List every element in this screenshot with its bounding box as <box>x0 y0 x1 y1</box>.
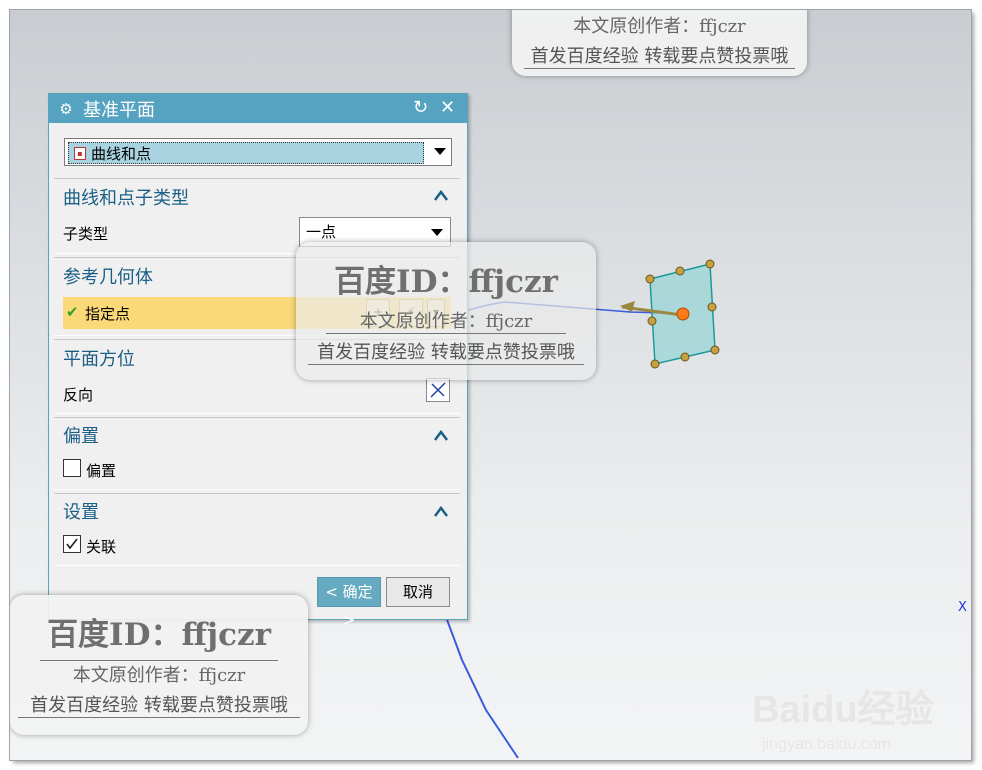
x-axis-label: X <box>958 600 967 615</box>
reverse-arrows-icon <box>430 382 446 398</box>
reference-section-header[interactable]: 参考几何体 <box>63 263 153 289</box>
chevron-down-icon[interactable] <box>434 148 446 155</box>
gear-icon: ⚙ <box>59 99 73 118</box>
collapse-caret-icon[interactable] <box>434 429 448 443</box>
watermark-top: 本文原创作者：ffjczr 首发百度经验 转载要点赞投票哦 <box>512 10 807 76</box>
subtype-section-header[interactable]: 曲线和点子类型 <box>63 184 189 210</box>
baidu-url: jingyan.baidu.com <box>762 736 891 753</box>
baidu-logo-text: Baidu经验 <box>752 689 934 731</box>
watermark-id: 百度ID：ffjczr <box>47 617 271 653</box>
watermark-author: 本文原创作者：ffjczr <box>326 307 566 334</box>
curve-segment-lower[interactable] <box>445 616 519 759</box>
type-value: 曲线和点 <box>91 144 152 163</box>
offset-section-header[interactable]: 偏置 <box>63 422 99 448</box>
subtype-value: 一点 <box>306 223 337 241</box>
associative-checkbox[interactable] <box>63 535 81 553</box>
curve-point-type-icon: ▪ <box>74 146 86 160</box>
ok-button[interactable]: < 确定 > <box>317 577 381 629</box>
orientation-section-header[interactable]: 平面方位 <box>63 345 135 371</box>
watermark-middle: 百度ID：ffjczr 本文原创作者：ffjczr 首发百度经验 转载要点赞投票… <box>296 242 596 380</box>
watermark-promo: 首发百度经验 转载要点赞投票哦 <box>308 338 584 365</box>
dialog-titlebar[interactable]: ⚙ 基准平面 ↻ ✕ <box>49 94 467 123</box>
reverse-label: 反向 <box>63 386 94 404</box>
watermark-author: 本文原创作者：ffjczr <box>40 660 278 687</box>
chevron-down-icon[interactable] <box>431 229 443 236</box>
offset-checkbox-label: 偏置 <box>86 462 117 480</box>
reverse-direction-button[interactable] <box>426 378 450 402</box>
offset-section: 偏置 偏置 <box>54 417 460 490</box>
reset-icon[interactable]: ↻ <box>413 97 428 118</box>
collapse-caret-icon[interactable] <box>434 505 448 519</box>
close-icon[interactable]: ✕ <box>440 97 455 118</box>
normal-arrow-head <box>620 301 635 312</box>
graphics-viewport[interactable]: X ⚙ 基准平面 ↻ ✕ ▪ 曲线和点 曲线和点子类型 子类型 一点 参考几何体… <box>10 10 971 760</box>
cancel-button[interactable]: 取消 <box>386 577 450 607</box>
settings-section: 设置 关联 <box>54 493 460 566</box>
specified-point-marker[interactable] <box>676 307 690 321</box>
watermark-promo: 首发百度经验 转载要点赞投票哦 <box>524 42 795 69</box>
baidu-jingyan-logo: Baidu经验 jingyan.baidu.com <box>752 678 952 758</box>
watermark-bottom: 百度ID：ffjczr 本文原创作者：ffjczr 首发百度经验 转载要点赞投票… <box>10 595 308 735</box>
dialog-title: 基准平面 <box>83 99 155 121</box>
watermark-id: 百度ID：ffjczr <box>334 264 558 300</box>
type-selected: ▪ 曲线和点 <box>68 142 424 164</box>
type-dropdown[interactable]: ▪ 曲线和点 <box>64 138 452 166</box>
check-icon: ✔ <box>66 303 79 321</box>
subtype-label: 子类型 <box>63 225 109 243</box>
watermark-author: 本文原创作者：ffjczr <box>573 16 746 37</box>
associative-checkbox-label: 关联 <box>86 538 117 556</box>
watermark-promo: 首发百度经验 转载要点赞投票哦 <box>18 691 300 718</box>
specify-point-label: 指定点 <box>85 305 131 323</box>
collapse-caret-icon[interactable] <box>434 189 448 203</box>
settings-section-header[interactable]: 设置 <box>63 498 99 524</box>
offset-checkbox[interactable] <box>63 459 81 477</box>
checkmark-icon <box>66 538 78 550</box>
